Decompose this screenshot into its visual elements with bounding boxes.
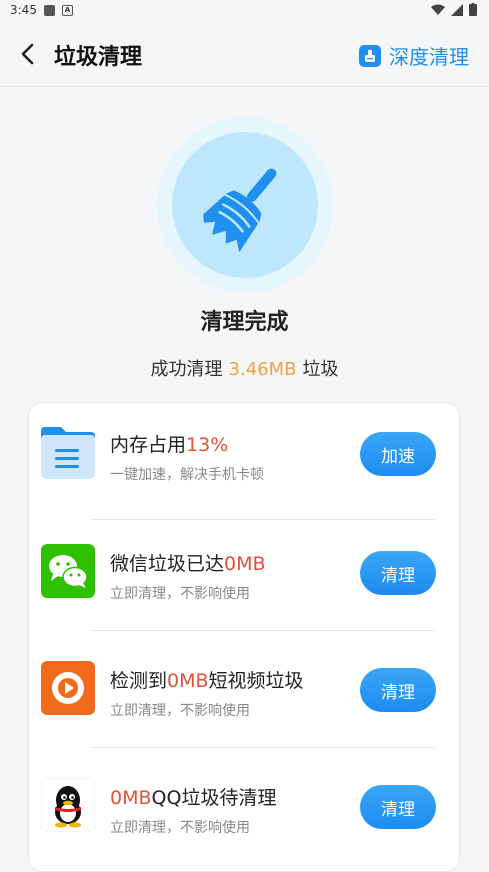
deep-clean-label: 深度清理 — [389, 45, 469, 69]
clean-summary: 成功清理 3.46MB 垃圾 — [150, 359, 339, 380]
item-subtitle: 立即清理，不影响使用 — [110, 586, 250, 602]
app-header: 垃圾清理 深度清理 — [0, 22, 489, 87]
list-item: 内存占用13% 一键加速，解决手机卡顿 加速 — [29, 403, 461, 520]
item-title: 检测到0MB短视频垃圾 — [110, 670, 304, 692]
app-notification-icon: A — [62, 5, 73, 16]
item-subtitle: 一键加速，解决手机卡顿 — [110, 467, 264, 483]
clean-short-video-button[interactable]: 清理 — [360, 668, 436, 712]
item-title: 微信垃圾已达0MB — [110, 553, 266, 575]
broom-icon — [203, 168, 277, 253]
folder-icon — [41, 427, 95, 479]
status-bar: 3:45 A — [0, 0, 489, 22]
clean-qq-button[interactable]: 清理 — [360, 785, 436, 829]
signal-icon — [451, 3, 463, 16]
page-title: 垃圾清理 — [54, 45, 143, 70]
deep-clean-button[interactable]: 深度清理 — [359, 41, 469, 70]
clean-complete-title: 清理完成 — [200, 310, 289, 335]
item-title: 0MBQQ垃圾待清理 — [110, 787, 277, 809]
wifi-icon — [431, 4, 445, 15]
battery-icon — [469, 3, 477, 16]
notification-icon — [44, 5, 55, 16]
status-time: 3:45 — [10, 3, 37, 17]
item-subtitle: 立即清理，不影响使用 — [110, 703, 250, 719]
short-video-icon — [41, 661, 95, 715]
item-subtitle: 立即清理，不影响使用 — [110, 820, 250, 836]
clean-result-badge — [157, 117, 333, 293]
cleaned-amount: 3.46MB — [228, 359, 297, 380]
list-item: 检测到0MB短视频垃圾 立即清理，不影响使用 清理 — [29, 631, 461, 748]
suggestion-card: 内存占用13% 一键加速，解决手机卡顿 加速 微信垃圾已达0MB 立即清理，不影… — [28, 402, 460, 872]
back-button[interactable] — [16, 42, 40, 66]
item-title: 内存占用13% — [110, 434, 229, 456]
chevron-left-icon — [21, 43, 34, 65]
qq-icon — [41, 778, 95, 832]
clean-wechat-button[interactable]: 清理 — [360, 551, 436, 595]
deep-clean-icon — [359, 44, 381, 67]
list-item: 微信垃圾已达0MB 立即清理，不影响使用 清理 — [29, 514, 461, 631]
wechat-icon — [41, 544, 95, 598]
list-item: 0MBQQ垃圾待清理 立即清理，不影响使用 清理 — [29, 748, 461, 865]
speed-up-button[interactable]: 加速 — [360, 432, 436, 476]
system-icons — [431, 3, 477, 16]
